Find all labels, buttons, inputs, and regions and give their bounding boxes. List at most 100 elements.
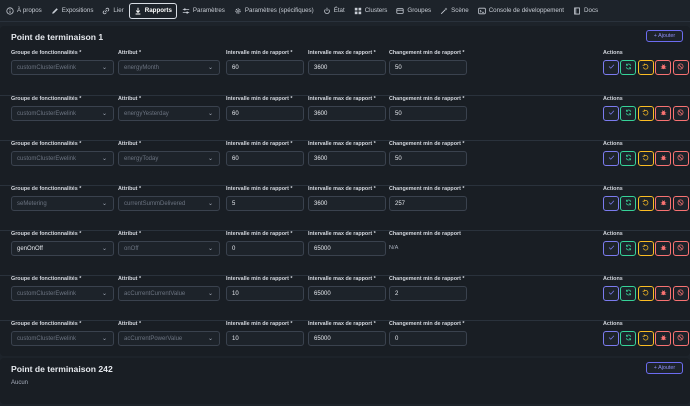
- check-icon: [608, 63, 615, 72]
- add-reporting-button[interactable]: + Ajouter: [646, 30, 683, 42]
- bug-button[interactable]: [655, 106, 672, 121]
- read-button[interactable]: [620, 151, 637, 166]
- actions-label: Actions: [603, 141, 623, 147]
- max-interval-input[interactable]: 3600: [308, 60, 386, 75]
- max-interval-input[interactable]: 65000: [308, 241, 386, 256]
- reset-button[interactable]: [637, 331, 654, 346]
- attribute-select[interactable]: onOff ⌄: [118, 241, 220, 256]
- apply-button[interactable]: [603, 286, 619, 301]
- tab-expositions[interactable]: Expositions: [47, 3, 98, 19]
- chevron-down-icon: ⌄: [101, 156, 108, 162]
- apply-button[interactable]: [603, 151, 619, 166]
- actions-label: Actions: [603, 50, 623, 56]
- min-change-input[interactable]: 50: [389, 106, 467, 121]
- attribute-select[interactable]: energyToday ⌄: [118, 151, 220, 166]
- bug-button[interactable]: [655, 151, 672, 166]
- reset-button[interactable]: [637, 286, 654, 301]
- min-interval-input[interactable]: 0: [226, 241, 304, 256]
- refresh-icon: [625, 289, 632, 298]
- reset-button[interactable]: [637, 196, 654, 211]
- tab-etat[interactable]: État: [319, 3, 349, 19]
- attribute-select[interactable]: acCurrentPowerValue ⌄: [118, 331, 220, 346]
- bug-button[interactable]: [655, 196, 672, 211]
- bug-button[interactable]: [655, 331, 672, 346]
- disable-button[interactable]: [672, 286, 689, 301]
- add-reporting-button[interactable]: + Ajouter: [646, 362, 683, 374]
- chevron-down-icon: ⌄: [207, 291, 214, 297]
- reset-button[interactable]: [637, 151, 654, 166]
- tab-groupes[interactable]: Groupes: [392, 3, 435, 19]
- attribute-select[interactable]: energyYesterday ⌄: [118, 106, 220, 121]
- apply-button[interactable]: [603, 106, 619, 121]
- apply-button[interactable]: [603, 241, 619, 256]
- refresh-icon: [625, 109, 632, 118]
- refresh-icon: [625, 244, 632, 253]
- attribute-select[interactable]: currentSummDelivered ⌄: [118, 196, 220, 211]
- disable-button[interactable]: [672, 241, 689, 256]
- apply-button[interactable]: [603, 331, 619, 346]
- tab-lier[interactable]: Lier: [98, 3, 127, 19]
- min-interval-input[interactable]: 10: [226, 331, 304, 346]
- min-change-input[interactable]: 50: [389, 60, 467, 75]
- disable-button[interactable]: [672, 196, 689, 211]
- read-button[interactable]: [620, 60, 637, 75]
- attribute-select[interactable]: energyMonth ⌄: [118, 60, 220, 75]
- min-change-input[interactable]: 0: [389, 331, 467, 346]
- max-interval-input[interactable]: 3600: [308, 106, 386, 121]
- tab-rapports[interactable]: Rapports: [128, 2, 177, 19]
- read-button[interactable]: [620, 196, 637, 211]
- min-interval-input[interactable]: 5: [226, 196, 304, 211]
- cluster-select[interactable]: genOnOff ⌄: [11, 241, 114, 256]
- chevron-down-icon: ⌄: [101, 65, 108, 71]
- bug-button[interactable]: [655, 286, 672, 301]
- attribute-value: acCurrentCurrentValue: [124, 290, 186, 297]
- row-actions: [603, 196, 690, 211]
- reset-button[interactable]: [637, 60, 654, 75]
- tab-parametres[interactable]: Paramètres: [178, 3, 229, 19]
- min-interval-input[interactable]: 10: [226, 286, 304, 301]
- tab-clusters[interactable]: Clusters: [350, 3, 392, 19]
- max-interval-input[interactable]: 3600: [308, 151, 386, 166]
- block-icon: [677, 244, 684, 253]
- cluster-label: Groupe de fonctionnalités *: [11, 321, 82, 327]
- min-change-input[interactable]: 257: [389, 196, 467, 211]
- read-button[interactable]: [620, 331, 637, 346]
- min-change-input[interactable]: 2: [389, 286, 467, 301]
- tab-console-de-developpement[interactable]: Console de développement: [474, 3, 568, 19]
- min-interval-label: Intervalle min de rapport *: [226, 96, 293, 102]
- min-interval-input[interactable]: 60: [226, 106, 304, 121]
- min-interval-input[interactable]: 60: [226, 60, 304, 75]
- read-button[interactable]: [620, 106, 637, 121]
- disable-button[interactable]: [672, 151, 689, 166]
- min-interval-input[interactable]: 60: [226, 151, 304, 166]
- cluster-select: customClusterEwelink ⌄: [11, 60, 114, 75]
- block-icon: [677, 289, 684, 298]
- max-interval-input[interactable]: 65000: [308, 331, 386, 346]
- disable-button[interactable]: [672, 60, 689, 75]
- tab-docs[interactable]: Docs: [569, 3, 602, 19]
- max-interval-label: Intervalle max de rapport *: [308, 276, 376, 282]
- attribute-label: Attribut *: [118, 141, 142, 147]
- attribute-label: Attribut *: [118, 186, 142, 192]
- reset-button[interactable]: [637, 241, 654, 256]
- chevron-down-icon: ⌄: [207, 65, 214, 71]
- bug-button[interactable]: [655, 241, 672, 256]
- max-interval-input[interactable]: 65000: [308, 286, 386, 301]
- attribute-value: energyMonth: [124, 64, 160, 71]
- min-change-input[interactable]: 50: [389, 151, 467, 166]
- max-interval-input[interactable]: 3600: [308, 196, 386, 211]
- tab-scene[interactable]: Scène: [436, 3, 473, 19]
- read-button[interactable]: [620, 286, 637, 301]
- tab-parametres-specifiques[interactable]: Paramètres (spécifiques): [230, 3, 318, 19]
- disable-button[interactable]: [672, 331, 689, 346]
- disable-button[interactable]: [672, 106, 689, 121]
- tab-a-propos[interactable]: À propos: [2, 3, 46, 19]
- bug-button[interactable]: [655, 60, 672, 75]
- reset-button[interactable]: [637, 106, 654, 121]
- attribute-select[interactable]: acCurrentCurrentValue ⌄: [118, 286, 220, 301]
- apply-button[interactable]: [603, 196, 619, 211]
- read-button[interactable]: [620, 241, 637, 256]
- apply-button[interactable]: [603, 60, 619, 75]
- row-actions: [603, 106, 690, 121]
- tab-label: Paramètres: [192, 7, 225, 14]
